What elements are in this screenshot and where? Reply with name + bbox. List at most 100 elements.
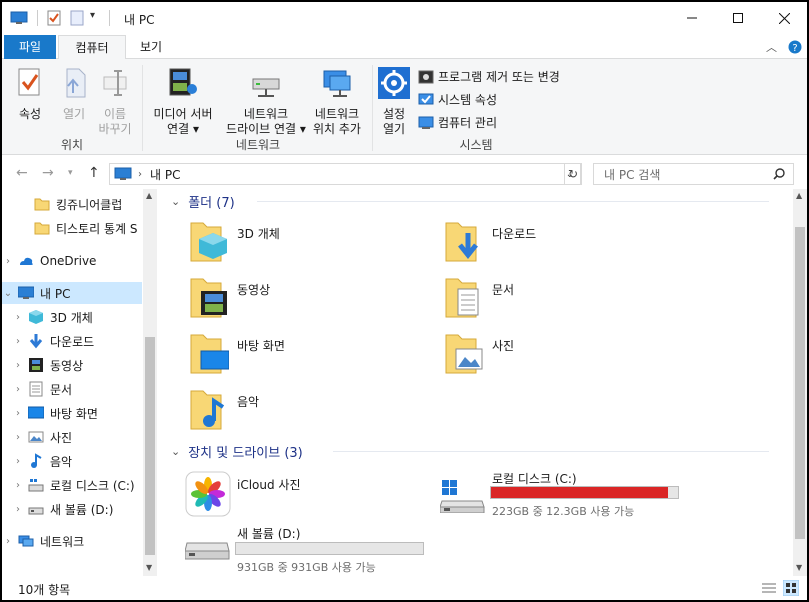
device-local-disk-c[interactable]: 로컬 디스크 (C:) 223GB 중 12.3GB 사용 가능 bbox=[438, 467, 688, 518]
navpane-scroll-thumb[interactable] bbox=[145, 337, 155, 555]
volume-d-usage-bar bbox=[235, 542, 424, 555]
uninstall-program-button[interactable]: 프로그램 제거 또는 변경 bbox=[418, 68, 560, 85]
chevron-right-icon[interactable]: › bbox=[12, 456, 24, 467]
nav-item-downloads[interactable]: › 다운로드 bbox=[2, 330, 142, 352]
recent-locations-icon[interactable]: ▾ bbox=[68, 168, 73, 178]
quick-access-dropdown-icon[interactable]: ▾ bbox=[90, 10, 95, 21]
chevron-right-icon[interactable]: › bbox=[12, 336, 24, 347]
details-view-icon[interactable] bbox=[762, 582, 776, 594]
tab-view[interactable]: 보기 bbox=[126, 35, 176, 59]
up-arrow-icon[interactable]: ↑ bbox=[88, 165, 100, 181]
folder-desktop[interactable]: 바탕 화면 bbox=[189, 331, 285, 375]
folder-3d-objects[interactable]: 3D 개체 bbox=[189, 219, 280, 263]
help-icon[interactable]: ? bbox=[788, 40, 802, 54]
folders-group-header[interactable]: ⌄ 폴더 (7) bbox=[171, 192, 235, 211]
nav-item-music[interactable]: › 음악 bbox=[2, 450, 142, 472]
system-properties-button[interactable]: 시스템 속성 bbox=[418, 91, 497, 108]
tab-computer[interactable]: 컴퓨터 bbox=[58, 35, 126, 60]
chevron-right-icon[interactable]: › bbox=[12, 312, 24, 323]
navpane-scrollbar[interactable]: ▲ ▼ bbox=[143, 189, 157, 576]
chevron-right-icon[interactable]: › bbox=[2, 256, 14, 267]
nav-item-3d-objects[interactable]: › 3D 개체 bbox=[2, 306, 142, 328]
chevron-right-icon[interactable]: › bbox=[2, 536, 14, 547]
title-divider-2 bbox=[109, 10, 110, 26]
rename-icon bbox=[103, 70, 127, 96]
chevron-right-icon[interactable]: › bbox=[12, 432, 24, 443]
media-server-icon bbox=[169, 68, 197, 96]
refresh-button[interactable]: ↻ bbox=[564, 163, 582, 185]
content-scrollbar[interactable]: ▲ ▼ bbox=[793, 189, 807, 576]
nav-item-kingjunior[interactable]: 킹쥬니어클럽 bbox=[2, 193, 142, 215]
nav-item-documents[interactable]: › 문서 bbox=[2, 378, 142, 400]
group-system-label: 시스템 bbox=[459, 138, 493, 152]
nav-item-this-pc[interactable]: ⌄ 내 PC bbox=[2, 282, 142, 304]
scroll-down-icon[interactable]: ▼ bbox=[796, 563, 802, 572]
forward-arrow-icon[interactable]: → bbox=[42, 165, 54, 181]
back-arrow-icon[interactable]: ← bbox=[16, 165, 28, 181]
chevron-down-icon[interactable]: ⌄ bbox=[171, 445, 180, 458]
nav-item-pictures[interactable]: › 사진 bbox=[2, 426, 142, 448]
nav-label: 음악 bbox=[50, 454, 73, 469]
scroll-down-icon[interactable]: ▼ bbox=[146, 563, 152, 572]
minimize-button[interactable] bbox=[669, 2, 715, 34]
close-icon bbox=[778, 12, 790, 24]
nav-item-volume-d[interactable]: › 새 볼륨 (D:) bbox=[2, 498, 142, 520]
icloud-photos-label: iCloud 사진 bbox=[237, 478, 301, 492]
nav-label: 내 PC bbox=[40, 286, 71, 301]
group-location-label: 위치 bbox=[60, 138, 84, 152]
folder-music[interactable]: 음악 bbox=[189, 387, 259, 431]
nav-item-network[interactable]: › 네트워크 bbox=[2, 530, 142, 552]
nav-item-tistory[interactable]: 티스토리 통계 S bbox=[2, 217, 142, 239]
item-count: 10개 항목 bbox=[18, 583, 71, 597]
chevron-right-icon[interactable]: › bbox=[12, 480, 24, 491]
open-button[interactable]: 열기 bbox=[54, 67, 94, 122]
search-input[interactable]: 내 PC 검색 bbox=[593, 163, 794, 185]
chevron-right-icon[interactable]: › bbox=[12, 384, 24, 395]
breadcrumb-this-pc[interactable]: 내 PC bbox=[150, 166, 180, 183]
properties-icon bbox=[18, 68, 40, 96]
tab-file[interactable]: 파일 bbox=[4, 35, 56, 59]
nav-label: 킹쥬니어클럽 bbox=[56, 197, 123, 212]
scroll-up-icon[interactable]: ▲ bbox=[146, 191, 152, 200]
properties-button[interactable]: 속성 bbox=[10, 67, 50, 122]
nav-item-videos[interactable]: › 동영상 bbox=[2, 354, 142, 376]
rename-button[interactable]: 이름 바꾸기 bbox=[95, 67, 135, 137]
chevron-down-icon[interactable]: ⌄ bbox=[2, 288, 14, 299]
collapse-ribbon-icon[interactable]: ︿ bbox=[766, 39, 777, 55]
device-volume-d[interactable]: 새 볼륨 (D:) 931GB 중 931GB 사용 가능 bbox=[183, 523, 433, 574]
nav-item-local-disk-c[interactable]: › 로컬 디스크 (C:) bbox=[2, 474, 142, 496]
tiles-view-icon[interactable] bbox=[783, 580, 799, 596]
nav-label: 로컬 디스크 (C:) bbox=[50, 478, 135, 493]
search-icon[interactable] bbox=[773, 168, 785, 180]
nav-item-onedrive[interactable]: › OneDrive bbox=[2, 250, 142, 272]
address-bar[interactable]: › 내 PC ⌄ bbox=[109, 163, 581, 185]
new-folder-icon[interactable] bbox=[70, 10, 84, 26]
maximize-button[interactable] bbox=[715, 2, 761, 34]
chevron-right-icon[interactable]: › bbox=[12, 408, 24, 419]
content-scroll-thumb[interactable] bbox=[795, 227, 805, 539]
scroll-up-icon[interactable]: ▲ bbox=[796, 191, 802, 200]
open-icon bbox=[66, 68, 86, 98]
properties-check-icon[interactable] bbox=[46, 10, 62, 26]
device-icloud-photos[interactable]: iCloud 사진 bbox=[183, 469, 423, 519]
rename-label-1: 이름 bbox=[103, 107, 127, 121]
devices-group-header[interactable]: ⌄ 장치 및 드라이브 (3) bbox=[171, 442, 303, 461]
close-button[interactable] bbox=[761, 2, 807, 34]
add-network-location-button[interactable]: 네트워크 위치 추가 bbox=[306, 67, 368, 137]
uninstall-label: 프로그램 제거 또는 변경 bbox=[438, 70, 560, 84]
chevron-down-icon[interactable]: ⌄ bbox=[171, 195, 180, 208]
computer-icon[interactable] bbox=[10, 11, 28, 25]
folder-downloads[interactable]: 다운로드 bbox=[444, 219, 536, 263]
computer-management-button[interactable]: 컴퓨터 관리 bbox=[418, 114, 497, 131]
breadcrumb-chevron-icon[interactable]: › bbox=[138, 169, 142, 180]
chevron-right-icon[interactable]: › bbox=[12, 360, 24, 371]
open-settings-button[interactable]: 설정 열기 bbox=[376, 67, 412, 137]
nav-item-desktop[interactable]: › 바탕 화면 bbox=[2, 402, 142, 424]
map-network-drive-button[interactable]: 네트워크 드라이브 연결 ▾ bbox=[220, 67, 312, 137]
folder-label: 문서 bbox=[492, 282, 515, 297]
chevron-right-icon[interactable]: › bbox=[12, 504, 24, 515]
folder-pictures[interactable]: 사진 bbox=[444, 331, 514, 375]
folder-videos[interactable]: 동영상 bbox=[189, 275, 270, 319]
folder-documents[interactable]: 문서 bbox=[444, 275, 514, 319]
media-server-button[interactable]: 미디어 서버 연결 ▾ bbox=[146, 67, 220, 137]
